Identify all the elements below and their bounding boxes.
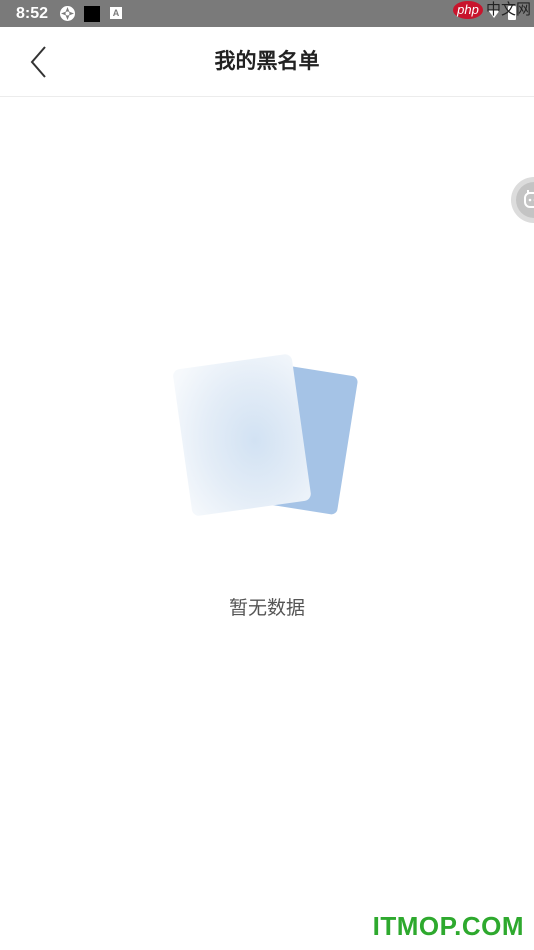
a-letter-icon: A — [110, 7, 122, 19]
float-inner — [516, 182, 534, 218]
watermark-bottom: ITMOP.COM — [372, 911, 524, 941]
aperture-icon — [60, 6, 75, 21]
page-title: 我的黑名单 — [214, 48, 320, 73]
floating-support-button[interactable] — [511, 177, 534, 223]
black-square-icon — [84, 6, 100, 22]
watermark-php-badge: php — [453, 1, 483, 19]
status-time: 8:52 — [16, 5, 49, 22]
watermark-top-text: 中文网 — [486, 1, 532, 18]
empty-state-message: 暂无数据 — [228, 597, 305, 619]
support-icon — [524, 190, 534, 208]
nav-bar: 我的黑名单 — [0, 27, 534, 97]
empty-documents-icon — [173, 354, 358, 516]
